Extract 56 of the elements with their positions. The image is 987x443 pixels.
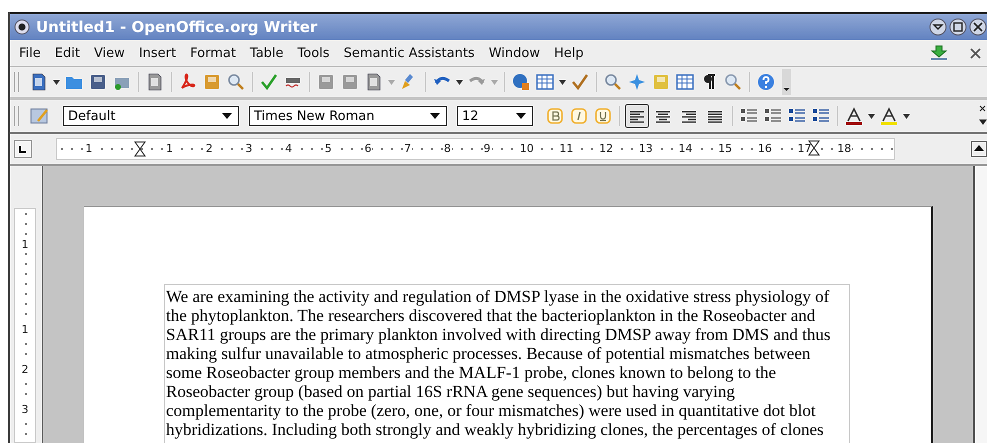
caret-icon[interactable] — [53, 80, 60, 84]
caret-icon[interactable] — [456, 80, 463, 84]
scroll-up-icon[interactable] — [971, 141, 987, 157]
help-icon[interactable] — [757, 73, 775, 91]
close-icon[interactable] — [970, 48, 981, 58]
ruler-number: 1 — [22, 238, 28, 250]
window-title: Untitled1 - OpenOffice.org Writer — [36, 18, 318, 36]
style-dropdown[interactable]: Default — [63, 106, 239, 126]
vertical-scrollbar[interactable] — [973, 166, 987, 443]
ruler-number: 3 — [22, 402, 28, 416]
minimize-icon[interactable] — [929, 18, 947, 36]
menu-item[interactable]: Insert — [132, 46, 184, 60]
underline-icon[interactable] — [594, 107, 612, 125]
caret-icon[interactable] — [903, 114, 910, 118]
font-color-icon[interactable] — [845, 107, 863, 125]
table-view-icon[interactable] — [676, 73, 694, 91]
font-dropdown[interactable]: Times New Roman — [249, 106, 447, 126]
styles-icon[interactable] — [30, 107, 50, 125]
spellcheck-icon[interactable] — [260, 73, 278, 91]
font-size-dropdown[interactable]: 12 — [457, 106, 533, 126]
overflow-icon[interactable] — [782, 69, 791, 95]
menu-item[interactable]: Semantic Assistants — [336, 46, 482, 60]
menu-item[interactable]: Help — [546, 46, 591, 60]
table-icon[interactable] — [536, 73, 554, 91]
ruler-number: 1 — [22, 322, 28, 336]
star-icon[interactable] — [628, 73, 646, 91]
magnifier-icon[interactable] — [724, 73, 742, 91]
new-document-icon[interactable] — [30, 73, 48, 91]
italic-icon[interactable] — [570, 107, 588, 125]
menu-item[interactable]: Format — [183, 46, 243, 60]
close-icon[interactable] — [969, 18, 987, 36]
highlighter-icon[interactable] — [880, 107, 898, 125]
caret-icon[interactable] — [559, 80, 566, 84]
tab-stop-icon[interactable] — [14, 140, 32, 158]
menu-item[interactable]: Table — [242, 46, 291, 60]
menu-item[interactable]: Tools — [290, 46, 337, 60]
dropdown-arrow-icon — [222, 113, 232, 119]
bold-icon[interactable] — [546, 107, 564, 125]
pdf-icon[interactable] — [179, 73, 197, 91]
dropdown-arrow-icon — [516, 113, 526, 119]
magnifier-icon[interactable] — [227, 73, 245, 91]
vertical-ruler[interactable]: 1 1 2 3 — [14, 208, 36, 443]
ruler-number: 2 — [22, 362, 28, 376]
caret-icon[interactable] — [868, 114, 875, 118]
menu-item[interactable]: View — [86, 46, 132, 60]
align-left-icon[interactable] — [625, 104, 649, 128]
app-icon — [14, 19, 30, 35]
document-icon[interactable] — [146, 73, 164, 91]
indent-marker-icon[interactable] — [134, 141, 146, 157]
dropdown-arrow-icon — [430, 113, 440, 119]
menu-item[interactable]: File — [12, 46, 48, 60]
menu-item[interactable]: Edit — [48, 46, 87, 60]
menu-item[interactable]: Window — [482, 46, 547, 60]
download-icon[interactable] — [930, 45, 948, 61]
maximize-icon[interactable] — [949, 18, 967, 36]
horizontal-ruler[interactable]: 1 1 2 3 4 5 6 7 8 9 10 11 12 13 14 15 16 17 18 — [56, 138, 896, 160]
